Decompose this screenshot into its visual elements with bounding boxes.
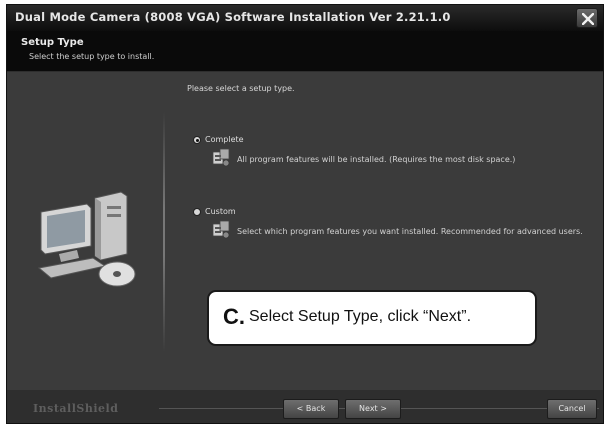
window-title: Dual Mode Camera (8008 VGA) Software Ins… <box>15 10 451 24</box>
title-bar[interactable]: Dual Mode Camera (8008 VGA) Software Ins… <box>7 5 603 31</box>
complete-label: Complete <box>205 135 244 144</box>
dialog-footer: InstallShield < Back Next > Cancel <box>7 390 603 423</box>
close-icon <box>582 13 594 25</box>
custom-radio[interactable] <box>193 208 201 216</box>
setup-option-icon <box>212 220 230 239</box>
custom-description: Select which program features you want i… <box>237 227 583 236</box>
installer-window: Dual Mode Camera (8008 VGA) Software Ins… <box>6 4 604 424</box>
complete-description: All program features will be installed. … <box>237 155 516 164</box>
dialog-content: Please select a setup type. Complete All… <box>7 72 603 390</box>
header-title: Setup Type <box>21 37 84 48</box>
next-button[interactable]: Next > <box>345 399 401 419</box>
dialog-header: Setup Type Select the setup type to inst… <box>7 31 603 72</box>
installshield-logo: InstallShield <box>33 402 119 415</box>
instruction-callout: C. Select Setup Type, click “Next”. <box>207 290 537 346</box>
setup-option-icon <box>212 148 230 167</box>
close-button[interactable] <box>576 8 598 28</box>
cancel-button[interactable]: Cancel <box>547 399 597 419</box>
back-button[interactable]: < Back <box>283 399 339 419</box>
vertical-divider <box>163 112 165 352</box>
complete-radio[interactable] <box>193 136 201 144</box>
header-subtitle: Select the setup type to install. <box>29 52 155 61</box>
left-panel <box>7 72 163 390</box>
custom-label: Custom <box>205 207 236 216</box>
setup-prompt: Please select a setup type. <box>187 84 295 93</box>
callout-step-letter: C. <box>223 304 245 329</box>
callout-text: Select Setup Type, click “Next”. <box>249 308 472 325</box>
computer-icon <box>37 191 136 287</box>
